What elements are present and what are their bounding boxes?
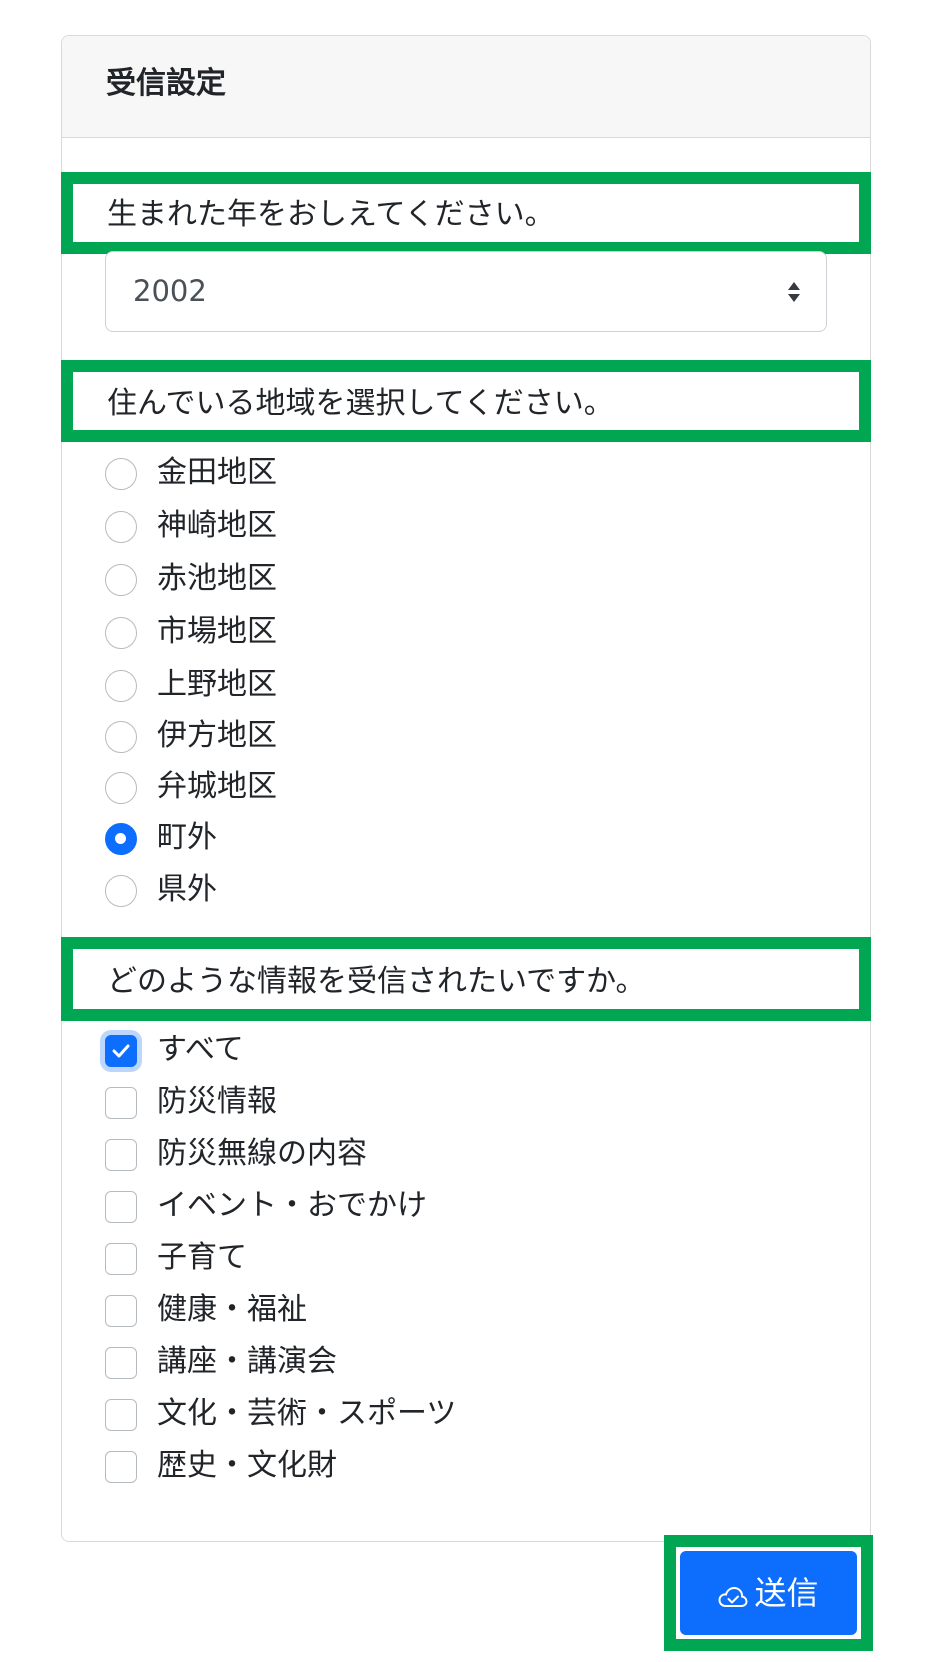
radio-button[interactable]: [105, 772, 137, 804]
birth-year-select[interactable]: 2002: [105, 251, 827, 332]
birth-year-question: 生まれた年をおしえてください。: [107, 197, 555, 232]
region-option-label: 弁城地区: [157, 769, 277, 804]
info-option-label: 講座・講演会: [157, 1344, 337, 1379]
submit-highlight: 送信: [664, 1535, 873, 1651]
radio-button-selected[interactable]: [105, 823, 137, 855]
region-option-label: 県外: [157, 872, 217, 907]
region-option-label: 金田地区: [157, 455, 277, 490]
radio-button[interactable]: [105, 564, 137, 596]
info-option-label: 子育て: [157, 1240, 247, 1275]
checkbox[interactable]: [105, 1295, 137, 1327]
sort-arrows-icon: [788, 282, 800, 302]
cloud-check-icon: [718, 1586, 748, 1607]
info-question-box: どのような情報を受信されたいですか。: [61, 937, 871, 1021]
birth-year-value: 2002: [133, 274, 207, 308]
birth-year-question-box: 生まれた年をおしえてください。: [61, 172, 871, 254]
radio-button[interactable]: [105, 617, 137, 649]
region-option-label: 市場地区: [157, 614, 277, 649]
info-question: どのような情報を受信されたいですか。: [107, 964, 646, 999]
card-header: 受信設定: [62, 36, 870, 138]
info-option-label: 歴史・文化財: [157, 1448, 337, 1483]
radio-button[interactable]: [105, 721, 137, 753]
region-option-label: 町外: [157, 820, 217, 855]
submit-label: 送信: [754, 1574, 819, 1612]
radio-button[interactable]: [105, 458, 137, 490]
info-option-label: すべて: [157, 1032, 244, 1067]
info-option-label: 防災無線の内容: [157, 1136, 367, 1171]
region-question-box: 住んでいる地域を選択してください。: [61, 360, 871, 442]
info-option-label: 健康・福祉: [157, 1292, 307, 1327]
info-option-label: 文化・芸術・スポーツ: [157, 1396, 457, 1431]
radio-button[interactable]: [105, 511, 137, 543]
checkbox[interactable]: [105, 1399, 137, 1431]
submit-button[interactable]: 送信: [680, 1551, 857, 1635]
checkbox-checked[interactable]: [105, 1035, 137, 1067]
radio-button[interactable]: [105, 670, 137, 702]
radio-button[interactable]: [105, 875, 137, 907]
card-title: 受信設定: [106, 66, 226, 101]
info-option-label: 防災情報: [157, 1084, 277, 1119]
checkbox[interactable]: [105, 1347, 137, 1379]
checkbox[interactable]: [105, 1243, 137, 1275]
region-question: 住んでいる地域を選択してください。: [107, 386, 614, 421]
region-option-label: 赤池地区: [157, 561, 277, 596]
region-option-label: 上野地区: [157, 667, 277, 702]
checkbox[interactable]: [105, 1451, 137, 1483]
checkbox[interactable]: [105, 1139, 137, 1171]
checkbox[interactable]: [105, 1087, 137, 1119]
checkbox[interactable]: [105, 1191, 137, 1223]
info-option-label: イベント・おでかけ: [157, 1188, 427, 1223]
check-icon: [112, 1044, 130, 1058]
region-option-label: 神崎地区: [157, 508, 277, 543]
region-option-label: 伊方地区: [157, 718, 277, 753]
